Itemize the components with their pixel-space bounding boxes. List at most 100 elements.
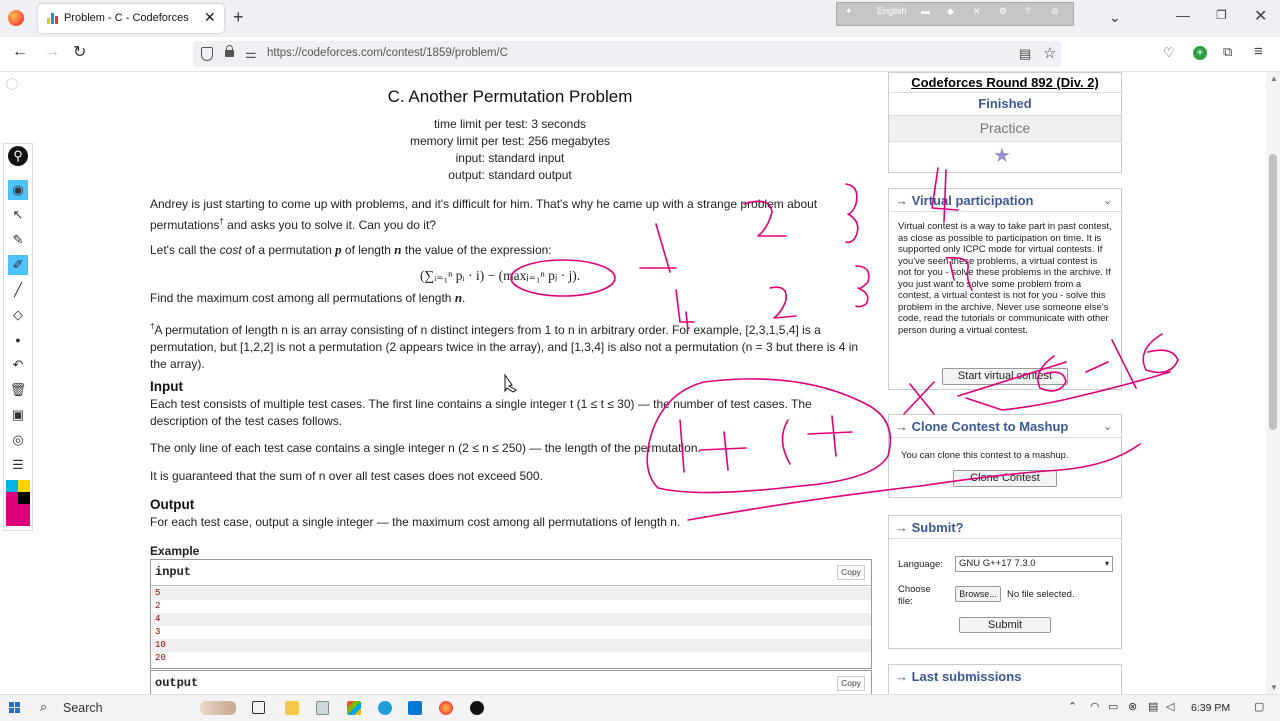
example-label: Example xyxy=(150,544,200,558)
tracking-protection-shield-icon[interactable] xyxy=(201,47,213,61)
contest-info-box: Codeforces Round 892 (Div. 2) Finished P… xyxy=(888,72,1122,173)
example-input-label: input xyxy=(155,565,192,579)
extensions-puzzle-icon[interactable]: ⧉ xyxy=(1223,44,1232,60)
color-swatch-cyan[interactable] xyxy=(6,480,18,492)
math-variable-n: n xyxy=(454,290,463,305)
browser-tab-active[interactable]: Problem - C - Codeforces ✕ xyxy=(38,4,224,33)
line-tool-icon[interactable]: ╱ xyxy=(8,280,28,300)
overlay-tool-icon[interactable]: ▬ xyxy=(921,6,930,16)
window-close-button[interactable]: ✕ xyxy=(1254,6,1267,26)
notepad-icon[interactable] xyxy=(316,701,329,715)
tray-app-icon[interactable]: ⊗ xyxy=(1128,700,1137,713)
input-text-1: Each test consists of multiple test case… xyxy=(150,397,812,428)
last-submissions-title: → Last submissions xyxy=(895,669,1022,684)
overlay-tool-icon[interactable]: ⚙ xyxy=(999,6,1007,17)
collapse-chevron-icon[interactable]: ⌄ xyxy=(1103,194,1112,207)
telegram-icon[interactable] xyxy=(378,701,392,715)
pen-icon[interactable]: ✎ xyxy=(8,230,28,250)
trash-icon[interactable]: 🗑 xyxy=(8,380,28,400)
start-virtual-contest-button[interactable]: Start virtual contest xyxy=(942,368,1068,385)
reader-view-icon[interactable]: ▤ xyxy=(1019,46,1031,62)
language-select[interactable]: GNU G++17 7.3.0 ▾ xyxy=(955,556,1113,572)
cursor-arrow-icon[interactable]: ↖ xyxy=(8,205,28,225)
input-text-2: The only line of each test case contains… xyxy=(150,441,701,455)
brush-size-icon[interactable]: ● xyxy=(8,330,28,350)
browse-file-button[interactable]: Browse... xyxy=(955,586,1001,602)
color-swatch-black[interactable] xyxy=(18,492,30,504)
reload-icon[interactable]: ↻ xyxy=(73,42,86,62)
wifi-icon[interactable]: ◠ xyxy=(1090,700,1100,713)
period: . xyxy=(462,291,466,305)
overlay-tool-icon[interactable]: ? xyxy=(1025,6,1030,16)
scrollbar-thumb[interactable] xyxy=(1269,154,1277,430)
vscode-icon[interactable] xyxy=(408,701,422,715)
screen-overlay-toolbar[interactable]: ✦ English ▬ ◆ ✕ ⚙ ? ⊘ xyxy=(836,2,1074,26)
select-chevron-icon: ▾ xyxy=(1104,559,1109,568)
whiteboard-icon[interactable]: ▣ xyxy=(8,405,28,425)
tray-app-icon[interactable]: ▭ xyxy=(1108,700,1118,713)
color-swatch-yellow[interactable] xyxy=(18,480,30,492)
file-explorer-icon[interactable] xyxy=(285,701,299,715)
camera-icon[interactable]: ◎ xyxy=(8,430,28,450)
contest-name-link[interactable]: Codeforces Round 892 (Div. 2) xyxy=(889,75,1121,90)
tray-chevron-icon[interactable]: ⌃ xyxy=(1068,700,1077,713)
clone-contest-box: → Clone Contest to Mashup ⌄ You can clon… xyxy=(888,414,1122,498)
clipboard-icon[interactable]: ☰ xyxy=(8,455,28,475)
new-tab-button[interactable]: + xyxy=(233,8,244,26)
pen-app-taskbar-icon[interactable] xyxy=(470,701,484,715)
windows-start-icon[interactable] xyxy=(9,702,21,714)
extension-plus-icon[interactable]: + xyxy=(1193,46,1207,60)
time-limit: time limit per test: 3 seconds xyxy=(433,117,587,131)
favourite-star-icon[interactable]: ★ xyxy=(993,143,1011,168)
store-icon[interactable] xyxy=(347,701,361,715)
firefox-logo-icon[interactable] xyxy=(8,10,24,26)
scroll-down-arrow-icon[interactable]: ▼ xyxy=(1270,683,1278,692)
taskbar-clock[interactable]: 6:39 PM xyxy=(1191,702,1230,714)
window-maximize-button[interactable]: ❐ xyxy=(1216,8,1227,22)
list-all-tabs-icon[interactable]: ⌄ xyxy=(1109,9,1121,26)
volume-icon[interactable]: ◁ xyxy=(1166,700,1174,713)
copy-input-button[interactable]: Copy xyxy=(837,565,865,580)
highlighter-icon[interactable]: ✐ xyxy=(8,255,28,275)
hamburger-menu-icon[interactable]: ≡ xyxy=(1254,43,1263,60)
tab-close-icon[interactable]: ✕ xyxy=(204,9,216,26)
color-swatch-magenta[interactable] xyxy=(6,492,18,504)
bookmark-star-icon[interactable]: ☆ xyxy=(1043,44,1056,62)
pen-app-logo-icon[interactable]: ⚲ xyxy=(8,146,28,166)
url-text[interactable]: https://codeforces.com/contest/1859/prob… xyxy=(267,47,508,59)
scroll-up-arrow-icon[interactable]: ▲ xyxy=(1270,74,1278,83)
permissions-icon[interactable]: ⚌ xyxy=(245,46,257,62)
copy-output-button[interactable]: Copy xyxy=(837,676,865,691)
clone-contest-button[interactable]: Clone Contest xyxy=(953,470,1057,487)
overlay-language-label[interactable]: English xyxy=(877,6,907,16)
notifications-icon[interactable]: ▢ xyxy=(1254,700,1264,713)
network-icon[interactable]: ▤ xyxy=(1148,700,1158,713)
submit-button[interactable]: Submit xyxy=(959,617,1051,633)
overlay-tool-icon[interactable]: ✦ xyxy=(845,6,853,17)
task-view-icon[interactable] xyxy=(252,701,265,714)
eye-icon[interactable]: ◉ xyxy=(8,180,28,200)
lock-icon[interactable] xyxy=(225,45,234,57)
overlay-tool-icon[interactable]: ✕ xyxy=(973,6,981,17)
overlay-tool-icon[interactable]: ◆ xyxy=(947,6,954,17)
address-bar[interactable]: ⚌ https://codeforces.com/contest/1859/pr… xyxy=(193,41,1061,67)
output-file: output: standard output xyxy=(448,168,572,182)
search-icon[interactable]: ⌕ xyxy=(40,699,47,715)
cost-intro-text: of length xyxy=(341,243,395,257)
eraser-icon[interactable]: ◇ xyxy=(8,305,28,325)
overlay-tool-icon[interactable]: ⊘ xyxy=(1051,6,1059,17)
current-color-swatch[interactable] xyxy=(6,504,30,526)
back-arrow-icon[interactable]: ← xyxy=(12,43,28,61)
taskbar-search-label[interactable]: Search xyxy=(63,701,103,715)
output-section-title: Output xyxy=(150,497,195,512)
firefox-taskbar-icon[interactable] xyxy=(439,701,453,715)
find-max-paragraph: Find the maximum cost among all permutat… xyxy=(150,289,872,307)
window-minimize-button[interactable]: — xyxy=(1176,7,1190,23)
navigation-bar: ← → ↻ ⚌ https://codeforces.com/contest/1… xyxy=(0,37,1280,72)
example-input-line: 4 xyxy=(152,613,871,626)
forward-arrow-icon[interactable]: → xyxy=(44,43,60,61)
undo-icon[interactable]: ↶ xyxy=(8,355,28,375)
collapse-chevron-icon[interactable]: ⌄ xyxy=(1103,420,1112,433)
pocket-icon[interactable]: ♡ xyxy=(1163,45,1175,61)
statement-text-end: and asks you to solve it. Can you do it? xyxy=(223,218,436,232)
